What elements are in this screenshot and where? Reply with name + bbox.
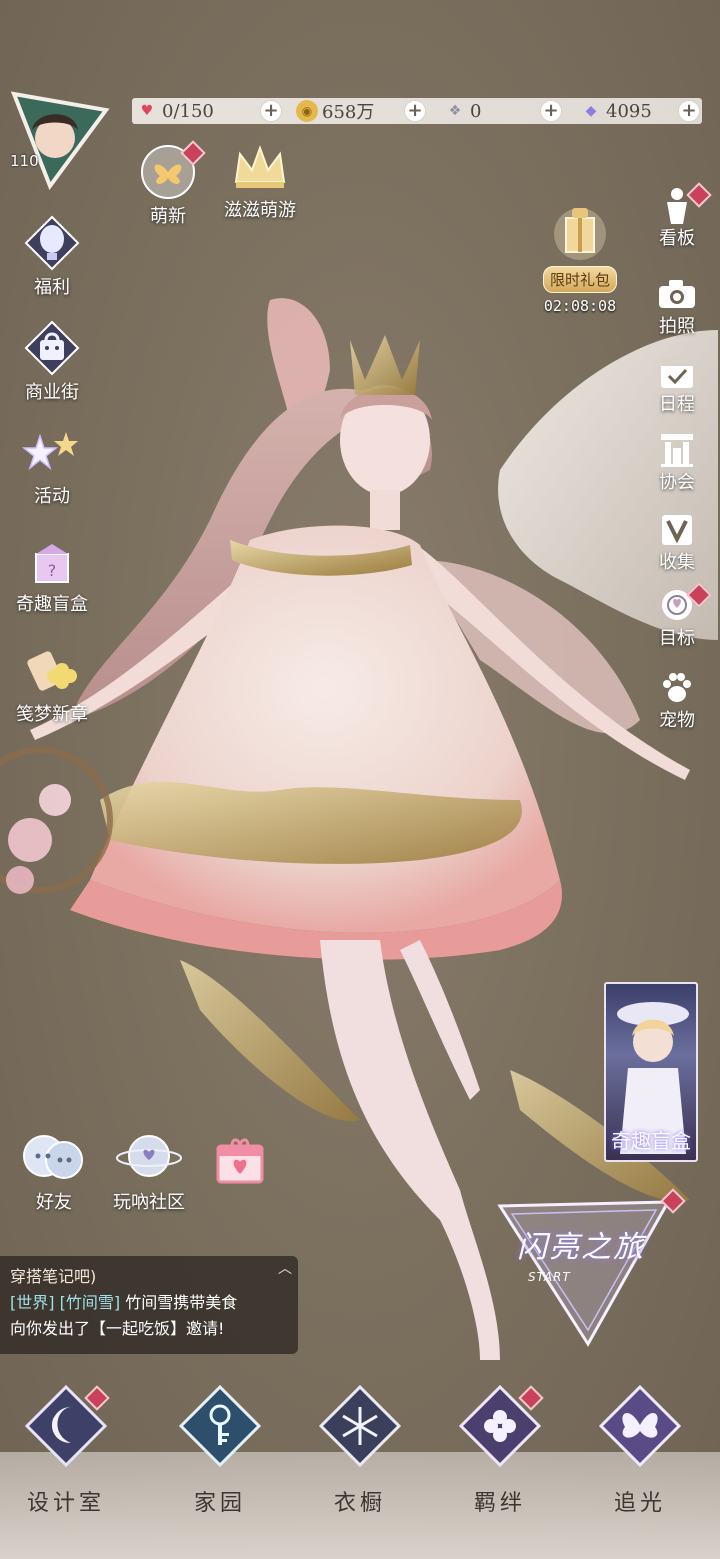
nav-label: 衣橱 <box>333 1491 386 1516</box>
nav-label: 羁绊 <box>473 1491 526 1516</box>
add-crystals-button[interactable]: + <box>540 100 562 122</box>
building-icon <box>657 432 697 468</box>
gift-heart-icon <box>216 1138 264 1184</box>
banner-subtitle: START <box>528 1270 571 1284</box>
chat-prev-line: 穿搭笔记吧) <box>10 1267 97 1286</box>
friends-button[interactable]: 好友 <box>14 1128 94 1214</box>
pet-menu-item[interactable]: 宠物 <box>646 670 708 732</box>
planet-heart-icon <box>116 1135 182 1177</box>
menu-label: 协会 <box>659 472 695 493</box>
nav-bonds[interactable]: 羁绊 <box>450 1384 550 1516</box>
nav-label: 家园 <box>193 1491 246 1516</box>
photo-menu-item[interactable]: 拍照 <box>646 276 708 338</box>
community-label: 玩吶社区 <box>113 1192 185 1213</box>
nav-label: 追光 <box>613 1491 666 1516</box>
limited-gift-pack[interactable]: 限时礼包 02:08:08 <box>540 200 620 315</box>
key-icon <box>178 1384 262 1468</box>
menu-label: 活动 <box>34 486 70 507</box>
shopping-street-menu-item[interactable]: 商业街 <box>2 320 102 404</box>
menu-label: 笺梦新章 <box>16 704 88 725</box>
friends-label: 好友 <box>36 1192 72 1213</box>
chat-sender[interactable]: [竹间雪] <box>60 1293 121 1312</box>
diamond-icon: ◆ <box>585 103 597 119</box>
chat-message: 竹间雪携带美食 <box>125 1293 238 1312</box>
nav-label: 设计室 <box>26 1491 105 1516</box>
trip-event[interactable]: 滋滋萌游 <box>210 142 310 222</box>
menu-label: 奇趣盲盒 <box>16 594 88 615</box>
shopping-bag-icon <box>24 320 80 376</box>
nav-design-studio[interactable]: 设计室 <box>16 1384 116 1516</box>
snowflake-icon <box>318 1384 402 1468</box>
collection-menu-item[interactable]: 收集 <box>646 512 708 574</box>
crystals-resource: ❖ 0 + <box>440 98 576 124</box>
stars-icon <box>21 432 78 471</box>
menu-label: 宠物 <box>659 710 695 731</box>
dream-chapter-menu-item[interactable]: 笺梦新章 <box>2 642 102 726</box>
triangle-frame-icon <box>497 1200 671 1347</box>
heart-gem-icon: ♥ <box>140 103 154 119</box>
coins-resource: ◉ 658万 + <box>292 98 440 124</box>
add-stamina-button[interactable]: + <box>260 100 282 122</box>
chat-channel: [世界] <box>10 1293 55 1312</box>
paw-icon <box>657 670 697 706</box>
scroll-clover-icon <box>27 651 77 691</box>
community-button[interactable]: 玩吶社区 <box>104 1128 194 1214</box>
crystals-value: 0 <box>470 100 482 122</box>
crystal-icon: ❖ <box>448 103 462 119</box>
coins-value: 658万 <box>322 102 375 123</box>
newbie-event[interactable]: 萌新 <box>118 140 218 228</box>
stamina-resource: ♥ 0/150 + <box>132 98 292 124</box>
chevron-up-icon[interactable]: ︿ <box>278 1256 292 1282</box>
calendar-check-icon <box>657 354 697 390</box>
promo-card-title: 奇趣盲盒 <box>611 1129 691 1153</box>
chat-message-cont: 向你发出了【一起吃饭】邀请! <box>10 1319 225 1338</box>
player-avatar[interactable] <box>10 90 110 190</box>
menu-label: 福利 <box>34 277 70 298</box>
diamonds-value: 4095 <box>606 100 652 122</box>
stamina-value: 0/150 <box>162 100 214 122</box>
chat-box[interactable]: 穿搭笔记吧) [世界] [竹间雪] 竹间雪携带美食 向你发出了【一起吃饭】邀请!… <box>0 1256 298 1354</box>
player-level: 110 <box>10 152 39 170</box>
crown-icon <box>234 145 286 188</box>
welfare-menu-item[interactable]: 福利 <box>2 215 102 299</box>
menu-label: 拍照 <box>659 316 695 337</box>
friends-icon <box>23 1135 83 1179</box>
hot-air-balloon-icon <box>24 215 80 271</box>
nav-wardrobe[interactable]: 衣橱 <box>310 1384 410 1516</box>
menu-label: 收集 <box>659 552 695 573</box>
nav-chase-light[interactable]: 追光 <box>590 1384 690 1516</box>
add-diamonds-button[interactable]: + <box>678 100 700 122</box>
blind-box-menu-item[interactable]: ? 奇趣盲盒 <box>2 532 102 616</box>
activity-menu-item[interactable]: 活动 <box>2 428 102 508</box>
gift-heart-button[interactable] <box>212 1132 268 1192</box>
goal-menu-item[interactable]: 目标 <box>646 582 712 650</box>
add-coins-button[interactable]: + <box>404 100 426 122</box>
gift-lantern-icon <box>554 208 606 260</box>
banner-title: 闪亮之旅 <box>517 1230 645 1265</box>
blind-box-promo-card[interactable]: 奇趣盲盒 <box>604 982 698 1162</box>
trip-label: 滋滋萌游 <box>224 200 296 221</box>
diamonds-resource: ◆ 4095 + <box>576 98 702 124</box>
newbie-label: 萌新 <box>150 206 186 227</box>
camera-icon <box>657 276 697 312</box>
schedule-menu-item[interactable]: 日程 <box>646 354 708 416</box>
butterfly-icon <box>598 1384 682 1468</box>
gift-pack-timer: 02:08:08 <box>543 297 617 315</box>
menu-label: 目标 <box>659 628 695 649</box>
shining-journey-banner[interactable]: 闪亮之旅 START <box>492 1188 686 1354</box>
v-badge-icon <box>657 512 697 548</box>
svg-text:?: ? <box>48 561 57 580</box>
showcase-menu-item[interactable]: 看板 <box>646 182 712 250</box>
association-menu-item[interactable]: 协会 <box>646 432 708 494</box>
gift-box-icon: ? <box>35 544 69 583</box>
gift-pack-label: 限时礼包 <box>542 266 617 293</box>
coin-icon: ◉ <box>296 100 318 122</box>
menu-label: 看板 <box>659 228 695 249</box>
nav-home[interactable]: 家园 <box>170 1384 270 1516</box>
menu-label: 日程 <box>659 394 695 415</box>
resource-bar: ♥ 0/150 + ◉ 658万 + ❖ 0 + ◆ 4095 + <box>132 98 702 124</box>
menu-label: 商业街 <box>25 382 79 403</box>
